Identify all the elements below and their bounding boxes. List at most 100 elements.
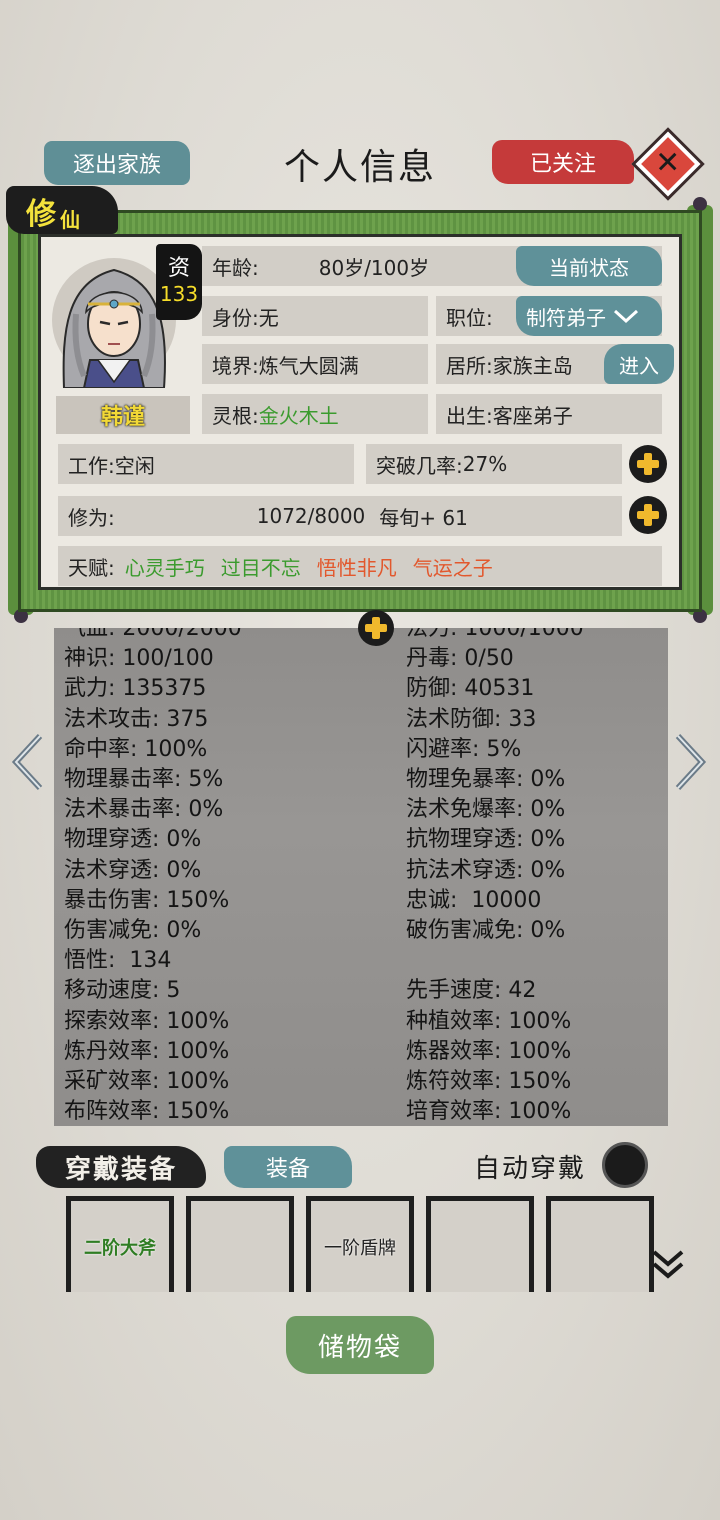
- stat-left-2: 武力: 135375: [64, 676, 207, 702]
- talent-list: 心灵手巧 过目不忘 悟性非凡 气运之子: [115, 552, 499, 581]
- stat-right-14: 炼器效率: 100%: [406, 1038, 572, 1064]
- stat-right-10: 破伤害减免: 0%: [406, 918, 566, 943]
- residence-value: 家族主岛: [492, 353, 573, 378]
- stat-left-5: 物理暴击率: 5%: [64, 767, 224, 792]
- stat-left-8: 法术穿透: 0%: [64, 857, 202, 883]
- stat-left-15: 采矿效率: 100%: [64, 1069, 230, 1094]
- follow-button[interactable]: 已关注: [492, 140, 634, 184]
- stat-left-7: 物理穿透: 0%: [64, 827, 202, 853]
- work-field: 工作: 空闲: [58, 444, 354, 484]
- identity-value: 无: [258, 305, 279, 330]
- plus-icon: [637, 453, 659, 475]
- stats-plus-button[interactable]: [358, 610, 394, 646]
- residence-label: 居所:: [446, 353, 493, 378]
- cultivation-field: 修为: 1072/8000 每旬+ 61: [58, 496, 622, 536]
- prev-character-button[interactable]: [10, 732, 46, 792]
- equipment-slot-2[interactable]: [186, 1196, 294, 1292]
- stat-left-13: 探索效率: 100%: [64, 1008, 230, 1034]
- equipment-tab[interactable]: 装备: [224, 1146, 352, 1188]
- position-label: 职位:: [446, 305, 493, 330]
- current-status-button[interactable]: 当前状态: [516, 246, 662, 286]
- plus-icon: [637, 504, 659, 526]
- close-icon: ✕: [655, 145, 681, 181]
- stat-left-11: 悟性: 134: [64, 948, 172, 974]
- talent-item: 悟性非凡: [316, 555, 397, 580]
- enter-residence-button[interactable]: 进入: [604, 344, 674, 384]
- position-value: 制符弟子: [526, 305, 606, 330]
- spirit-root-label: 灵根:: [212, 403, 259, 428]
- stat-right-5: 物理免暴率: 0%: [406, 767, 566, 792]
- stats-panel: 气血: 2000/2000 神识: 100/100 武力: 135375 法术攻击: …: [54, 628, 668, 1126]
- talent-item: 心灵手巧: [124, 555, 205, 580]
- aptitude-tag: 资 133: [156, 244, 202, 320]
- equipment-section-label: 穿戴装备: [36, 1146, 206, 1188]
- aptitude-value: 133: [159, 282, 199, 306]
- stat-right-6: 法术免爆率: 0%: [406, 797, 566, 823]
- equipment-slot-5[interactable]: [546, 1196, 654, 1292]
- slot-item-label: 一阶盾牌: [324, 1237, 396, 1259]
- stat-left-6: 法术暴击率: 0%: [64, 797, 224, 823]
- cultivation-plus-button[interactable]: [629, 496, 667, 534]
- stat-right-4: 闪避率: 5%: [406, 736, 522, 762]
- badge-main-char: 修: [26, 197, 56, 232]
- stat-left-16: 布阵效率: 150%: [64, 1099, 230, 1125]
- breakthrough-field: 突破几率: 27%: [366, 444, 622, 484]
- spirit-root-field: 灵根: 金火木土: [202, 394, 428, 434]
- work-label: 工作:: [68, 453, 115, 478]
- talent-item: 气运之子: [412, 555, 493, 580]
- age-value: 80岁/100岁: [318, 255, 430, 280]
- breakthrough-value: 27%: [462, 452, 508, 476]
- stat-right-2: 防御: 40531: [406, 676, 535, 702]
- stat-left-9: 暴击伤害: 150%: [64, 887, 230, 913]
- cultivation-value: 1072/8000: [256, 504, 366, 528]
- auto-equip-label: 自动穿戴: [474, 1154, 587, 1184]
- cultivation-rate: 每旬+ 61: [379, 505, 468, 530]
- origin-label: 出生:: [446, 403, 493, 428]
- breakthrough-plus-button[interactable]: [629, 445, 667, 483]
- slot-item-label: 二阶大斧: [84, 1237, 156, 1259]
- age-label: 年龄:: [212, 255, 259, 280]
- spirit-root-value: 金火木土: [258, 403, 339, 428]
- auto-equip-toggle[interactable]: [602, 1142, 648, 1188]
- stat-left-1: 神识: 100/100: [64, 646, 214, 672]
- stat-right-15: 炼符效率: 150%: [406, 1069, 572, 1094]
- next-character-button[interactable]: [672, 732, 708, 792]
- storage-bag-button[interactable]: 储物袋: [286, 1316, 434, 1374]
- arrow-left-icon: [11, 733, 43, 791]
- equipment-slot-3[interactable]: 一阶盾牌: [306, 1196, 414, 1292]
- stat-right-1: 丹毒: 0/50: [406, 646, 514, 672]
- equipment-slot-4[interactable]: [426, 1196, 534, 1292]
- cultivator-badge: 修 仙: [6, 186, 118, 234]
- position-select[interactable]: 制符弟子: [516, 296, 662, 336]
- work-value: 空闲: [114, 453, 155, 478]
- stat-left-12: 移动速度: 5: [64, 978, 181, 1004]
- arrow-right-icon: [675, 733, 707, 791]
- origin-value: 客座弟子: [492, 403, 573, 428]
- realm-field: 境界: 炼气大圆满: [202, 344, 428, 384]
- aptitude-label: 资: [167, 256, 190, 281]
- realm-label: 境界:: [212, 353, 259, 378]
- cultivation-label: 修为:: [68, 505, 115, 530]
- stat-right-13: 种植效率: 100%: [406, 1008, 572, 1034]
- character-name: 韩谨: [56, 396, 190, 434]
- breakthrough-label: 突破几率:: [376, 453, 463, 478]
- identity-label: 身份:: [212, 305, 259, 330]
- plus-icon: [365, 617, 387, 639]
- talent-label: 天赋:: [68, 555, 115, 580]
- stat-left-4: 命中率: 100%: [64, 736, 208, 762]
- talent-item: 过目不忘: [220, 555, 301, 580]
- stat-right-0: 法力: 1000/1000: [406, 628, 584, 641]
- stat-right-12: 先手速度: 42: [406, 978, 537, 1004]
- stat-left-14: 炼丹效率: 100%: [64, 1038, 230, 1064]
- stat-right-16: 培育效率: 100%: [406, 1099, 572, 1125]
- badge-sub-char: 仙: [60, 208, 80, 232]
- equipment-slot-1[interactable]: 二阶大斧: [66, 1196, 174, 1292]
- chevron-down-icon: [613, 309, 639, 324]
- stat-left-0: 气血: 2000/2000: [64, 628, 242, 641]
- stat-right-9: 忠诚: 10000: [406, 887, 542, 913]
- talent-field: 天赋: 心灵手巧 过目不忘 悟性非凡 气运之子: [58, 546, 662, 586]
- expand-down-icon[interactable]: [650, 1246, 686, 1282]
- stat-left-3: 法术攻击: 375: [64, 706, 209, 732]
- realm-value: 炼气大圆满: [258, 353, 359, 378]
- stat-right-8: 抗法术穿透: 0%: [406, 857, 566, 883]
